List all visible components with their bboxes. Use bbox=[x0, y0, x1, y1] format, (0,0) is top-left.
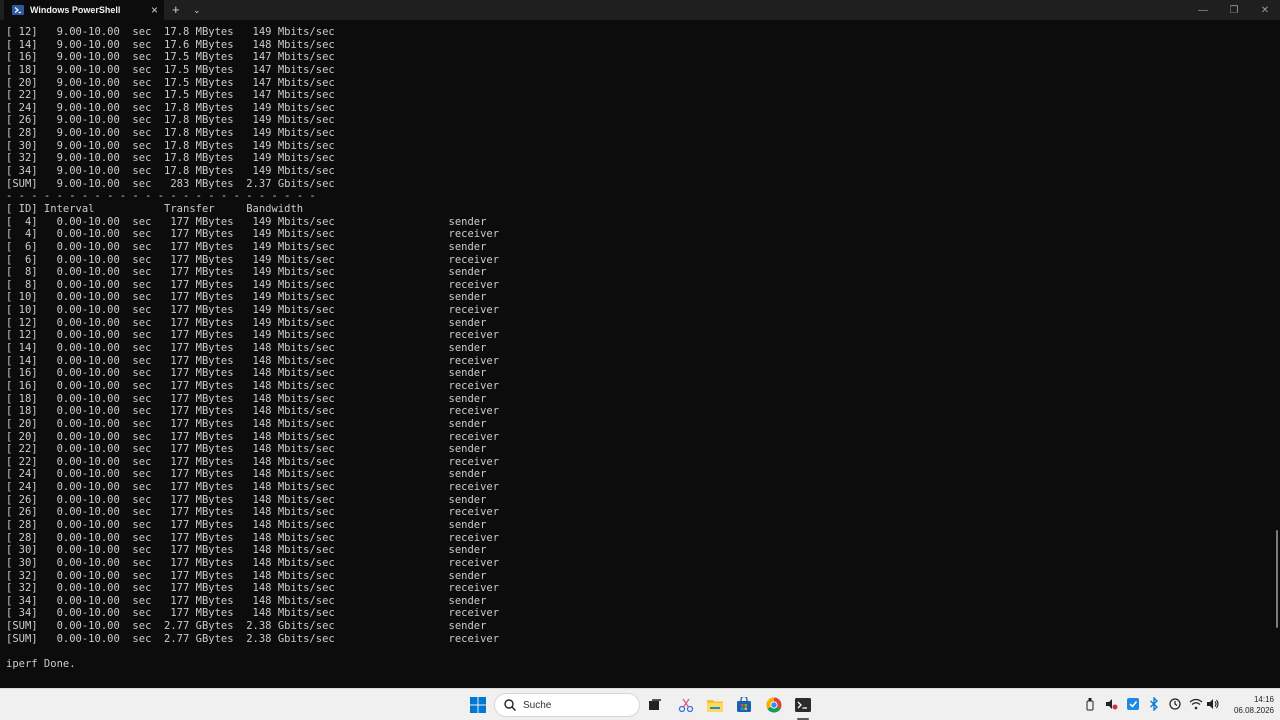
terminal-line: [ 14] 9.00-10.00 sec 17.6 MBytes 148 Mbi… bbox=[6, 38, 335, 51]
terminal-line: [ 20] 9.00-10.00 sec 17.5 MBytes 147 Mbi… bbox=[6, 76, 335, 89]
terminal-line: [SUM] 9.00-10.00 sec 283 MBytes 2.37 Gbi… bbox=[6, 177, 335, 190]
terminal-line: [ 12] 9.00-10.00 sec 17.8 MBytes 149 Mbi… bbox=[6, 26, 335, 38]
terminal-line: [ 22] 0.00-10.00 sec 177 MBytes 148 Mbit… bbox=[6, 443, 487, 456]
terminal-line: iperf Done. bbox=[6, 658, 76, 671]
terminal-line: [ 34] 0.00-10.00 sec 177 MBytes 148 Mbit… bbox=[6, 594, 487, 607]
terminal-line: [ 26] 9.00-10.00 sec 17.8 MBytes 149 Mbi… bbox=[6, 114, 335, 127]
new-tab-button[interactable]: + bbox=[172, 2, 180, 18]
terminal-line: - - - - - - - - - - - - - - - - - - - - … bbox=[6, 190, 316, 203]
terminal-lines: [ 12] 9.00-10.00 sec 17.8 MBytes 149 Mbi… bbox=[6, 26, 499, 671]
terminal-line: [ 32] 0.00-10.00 sec 177 MBytes 148 Mbit… bbox=[6, 569, 487, 582]
terminal-line: [ 12] 0.00-10.00 sec 177 MBytes 149 Mbit… bbox=[6, 329, 500, 342]
taskbar-search-box[interactable]: Suche bbox=[494, 693, 640, 717]
terminal-line: [ ID] Interval Transfer Bandwidth bbox=[6, 202, 304, 215]
file-explorer-icon[interactable] bbox=[706, 696, 724, 714]
chrome-icon[interactable] bbox=[765, 696, 783, 714]
app-tray-icon[interactable] bbox=[1126, 697, 1140, 711]
minimize-button[interactable]: — bbox=[1188, 0, 1218, 20]
wifi-icon[interactable] bbox=[1189, 697, 1203, 711]
powershell-icon bbox=[12, 5, 24, 15]
tab-windows-powershell[interactable]: Windows PowerShell × bbox=[4, 0, 164, 20]
tab-title: Windows PowerShell bbox=[30, 5, 121, 15]
terminal-line: [ 6] 0.00-10.00 sec 177 MBytes 149 Mbits… bbox=[6, 253, 500, 266]
terminal-line: [ 28] 0.00-10.00 sec 177 MBytes 148 Mbit… bbox=[6, 531, 500, 544]
microsoft-store-icon[interactable] bbox=[735, 696, 753, 714]
terminal-line: [SUM] 0.00-10.00 sec 2.77 GBytes 2.38 Gb… bbox=[6, 620, 487, 633]
terminal-line: [ 12] 0.00-10.00 sec 177 MBytes 149 Mbit… bbox=[6, 316, 487, 329]
terminal-line: [ 14] 0.00-10.00 sec 177 MBytes 148 Mbit… bbox=[6, 354, 500, 367]
volume-icon[interactable] bbox=[1206, 697, 1220, 711]
terminal-line: [ 14] 0.00-10.00 sec 177 MBytes 148 Mbit… bbox=[6, 342, 487, 355]
terminal-icon[interactable] bbox=[794, 696, 812, 714]
close-window-button[interactable]: ✕ bbox=[1250, 0, 1280, 20]
terminal-line: [ 22] 0.00-10.00 sec 177 MBytes 148 Mbit… bbox=[6, 455, 500, 468]
terminal-line: [ 24] 9.00-10.00 sec 17.8 MBytes 149 Mbi… bbox=[6, 101, 335, 114]
title-bar: Windows PowerShell × + ⌄ — ❐ ✕ bbox=[0, 0, 1280, 20]
scrollbar-thumb[interactable] bbox=[1276, 530, 1278, 628]
tab-dropdown-button[interactable]: ⌄ bbox=[193, 2, 201, 18]
maximize-button[interactable]: ❐ bbox=[1219, 0, 1249, 20]
terminal-line: [ 26] 0.00-10.00 sec 177 MBytes 148 Mbit… bbox=[6, 493, 487, 506]
terminal-line: [ 8] 0.00-10.00 sec 177 MBytes 149 Mbits… bbox=[6, 266, 487, 279]
terminal-line: [ 20] 0.00-10.00 sec 177 MBytes 148 Mbit… bbox=[6, 417, 487, 430]
taskbar-clock[interactable]: 14:16 06.08.2026 bbox=[1222, 694, 1274, 716]
terminal-line: [ 16] 0.00-10.00 sec 177 MBytes 148 Mbit… bbox=[6, 379, 500, 392]
terminal-line: [ 24] 0.00-10.00 sec 177 MBytes 148 Mbit… bbox=[6, 468, 487, 481]
terminal-output-area[interactable]: [ 12] 9.00-10.00 sec 17.8 MBytes 149 Mbi… bbox=[0, 20, 1272, 688]
clock-time: 14:16 bbox=[1253, 695, 1274, 704]
terminal-line: [SUM] 0.00-10.00 sec 2.77 GBytes 2.38 Gb… bbox=[6, 632, 500, 645]
task-view-icon[interactable] bbox=[646, 696, 664, 714]
terminal-line: [ 22] 9.00-10.00 sec 17.5 MBytes 147 Mbi… bbox=[6, 89, 335, 102]
terminal-line: [ 32] 9.00-10.00 sec 17.8 MBytes 149 Mbi… bbox=[6, 152, 335, 165]
bluetooth-icon[interactable] bbox=[1147, 697, 1161, 711]
terminal-line: [ 10] 0.00-10.00 sec 177 MBytes 149 Mbit… bbox=[6, 304, 500, 317]
tab-close-button[interactable]: × bbox=[151, 3, 158, 17]
terminal-line: [ 18] 0.00-10.00 sec 177 MBytes 148 Mbit… bbox=[6, 405, 500, 418]
terminal-scrollbar[interactable] bbox=[1274, 20, 1280, 688]
terminal-line: [ 10] 0.00-10.00 sec 177 MBytes 149 Mbit… bbox=[6, 291, 487, 304]
snipping-tool-icon[interactable] bbox=[677, 696, 695, 714]
terminal-line: [ 20] 0.00-10.00 sec 177 MBytes 148 Mbit… bbox=[6, 430, 500, 443]
terminal-line: [ 6] 0.00-10.00 sec 177 MBytes 149 Mbits… bbox=[6, 240, 487, 253]
terminal-line: [ 4] 0.00-10.00 sec 177 MBytes 149 Mbits… bbox=[6, 215, 487, 228]
terminal-line: [ 16] 9.00-10.00 sec 17.5 MBytes 147 Mbi… bbox=[6, 51, 335, 64]
terminal-line: [ 24] 0.00-10.00 sec 177 MBytes 148 Mbit… bbox=[6, 481, 500, 494]
terminal-line: [ 28] 0.00-10.00 sec 177 MBytes 148 Mbit… bbox=[6, 518, 487, 531]
terminal-line: [ 4] 0.00-10.00 sec 177 MBytes 149 Mbits… bbox=[6, 228, 500, 241]
terminal-line: [ 18] 9.00-10.00 sec 17.5 MBytes 147 Mbi… bbox=[6, 63, 335, 76]
terminal-line: [ 30] 9.00-10.00 sec 17.8 MBytes 149 Mbi… bbox=[6, 139, 335, 152]
terminal-line: [ 32] 0.00-10.00 sec 177 MBytes 148 Mbit… bbox=[6, 582, 500, 595]
terminal-line: [ 30] 0.00-10.00 sec 177 MBytes 148 Mbit… bbox=[6, 544, 487, 557]
clock-date: 06.08.2026 bbox=[1233, 706, 1274, 715]
terminal-line: [ 28] 9.00-10.00 sec 17.8 MBytes 149 Mbi… bbox=[6, 127, 335, 140]
terminal-line: [ 8] 0.00-10.00 sec 177 MBytes 149 Mbits… bbox=[6, 278, 500, 291]
search-label: Suche bbox=[523, 699, 552, 711]
usb-device-icon[interactable] bbox=[1083, 697, 1097, 711]
search-icon bbox=[504, 699, 516, 711]
terminal-line: [ 26] 0.00-10.00 sec 177 MBytes 148 Mbit… bbox=[6, 506, 500, 519]
terminal-line: [ 18] 0.00-10.00 sec 177 MBytes 148 Mbit… bbox=[6, 392, 487, 405]
terminal-line: [ 34] 9.00-10.00 sec 17.8 MBytes 149 Mbi… bbox=[6, 165, 335, 178]
windows-start-icon[interactable] bbox=[469, 696, 487, 714]
terminal-line: [ 34] 0.00-10.00 sec 177 MBytes 148 Mbit… bbox=[6, 607, 500, 620]
speaker-notification-icon[interactable] bbox=[1104, 697, 1118, 711]
sync-status-icon[interactable] bbox=[1168, 697, 1182, 711]
terminal-line: [ 30] 0.00-10.00 sec 177 MBytes 148 Mbit… bbox=[6, 556, 500, 569]
taskbar: Suche 14:16 06.08.2026 bbox=[0, 688, 1280, 720]
terminal-line: [ 16] 0.00-10.00 sec 177 MBytes 148 Mbit… bbox=[6, 367, 487, 380]
